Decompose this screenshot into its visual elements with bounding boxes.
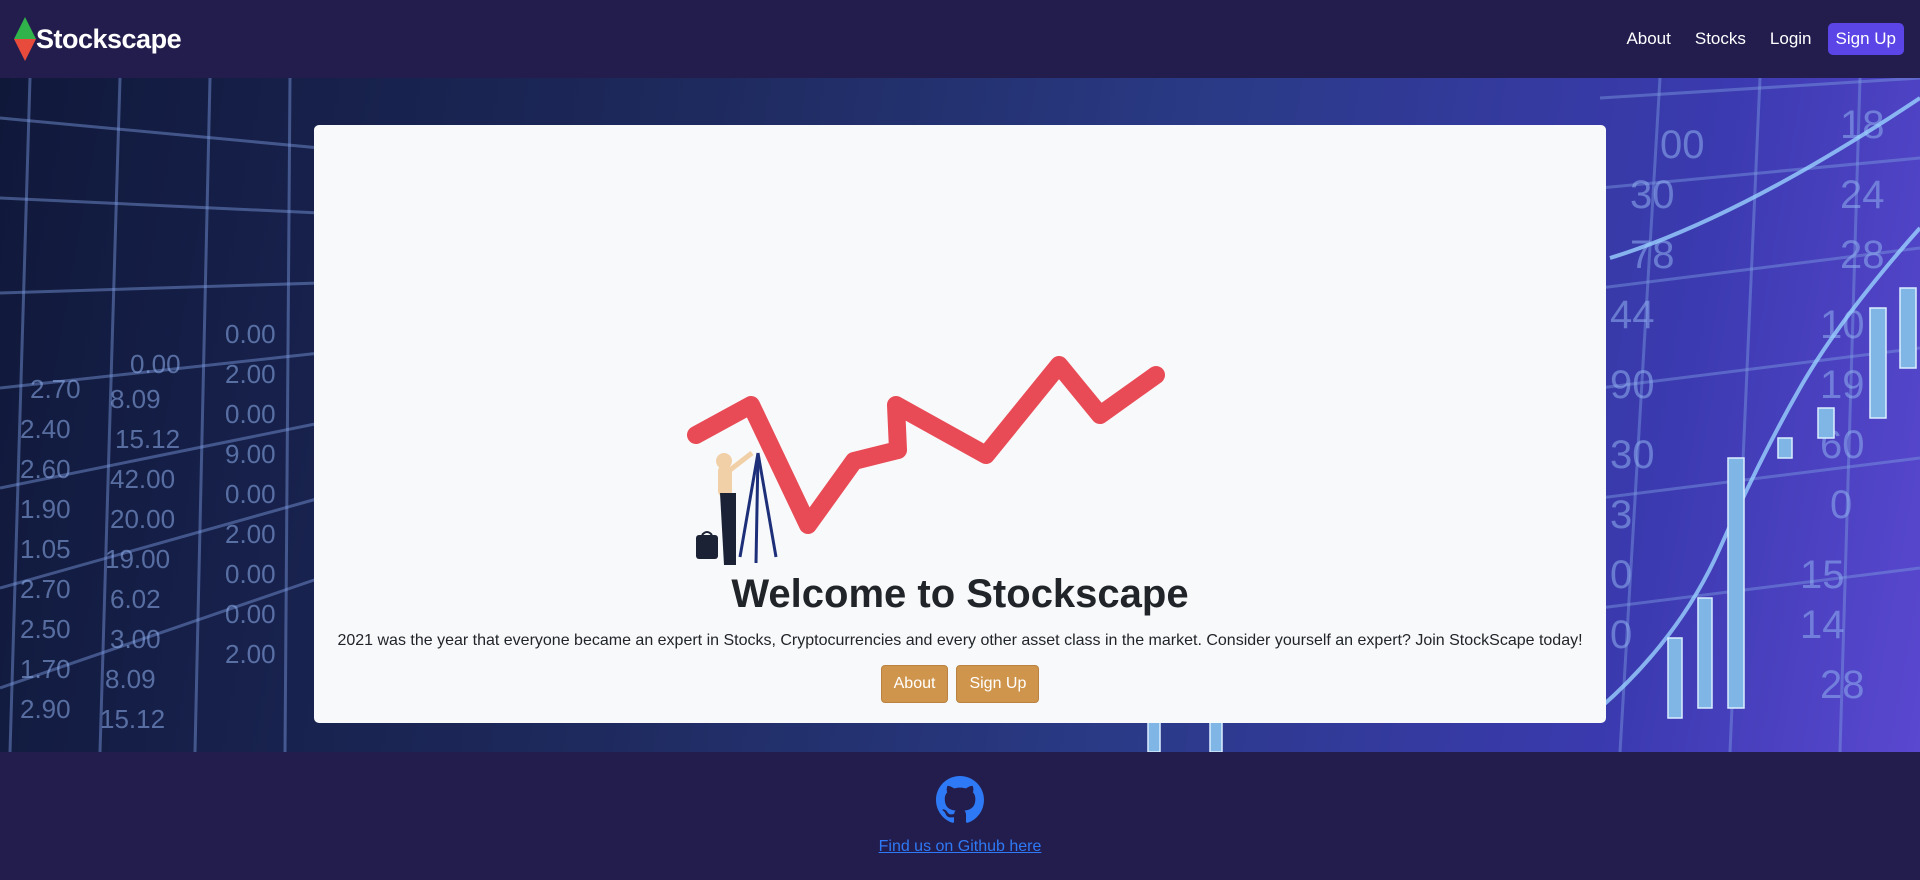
svg-text:0.00: 0.00 — [225, 559, 276, 589]
svg-text:6.02: 6.02 — [110, 584, 161, 614]
hero-buttons: About Sign Up — [314, 665, 1606, 703]
svg-text:42.00: 42.00 — [110, 464, 175, 494]
svg-text:3: 3 — [1610, 493, 1632, 537]
svg-text:2.90: 2.90 — [20, 694, 71, 724]
svg-text:2.50: 2.50 — [20, 614, 71, 644]
svg-text:24: 24 — [1840, 173, 1885, 217]
brand-name: Stockscape — [36, 23, 182, 54]
svg-text:1.90: 1.90 — [20, 494, 71, 524]
svg-text:2.00: 2.00 — [225, 519, 276, 549]
svg-text:00: 00 — [1660, 123, 1705, 167]
svg-text:28: 28 — [1820, 663, 1865, 707]
svg-text:20.00: 20.00 — [110, 504, 175, 534]
svg-text:1.05: 1.05 — [20, 534, 71, 564]
svg-text:0: 0 — [1610, 553, 1632, 597]
welcome-card: Welcome to Stockscape 2021 was the year … — [314, 125, 1606, 723]
svg-text:2.70: 2.70 — [30, 374, 81, 404]
svg-text:30: 30 — [1610, 433, 1655, 477]
svg-text:19.00: 19.00 — [105, 544, 170, 574]
svg-text:44: 44 — [1610, 293, 1655, 337]
svg-text:15.12: 15.12 — [115, 424, 180, 454]
svg-text:2.70: 2.70 — [20, 574, 71, 604]
svg-text:15: 15 — [1800, 553, 1845, 597]
svg-text:0.00: 0.00 — [225, 599, 276, 629]
svg-text:19: 19 — [1820, 363, 1865, 407]
github-link[interactable]: Find us on Github here — [879, 838, 1042, 856]
svg-text:28: 28 — [1840, 233, 1885, 277]
svg-text:15.12: 15.12 — [100, 704, 165, 734]
footer: Find us on Github here — [0, 752, 1920, 880]
svg-text:14: 14 — [1800, 603, 1845, 647]
svg-text:2.60: 2.60 — [20, 454, 71, 484]
navbar: Stockscape About Stocks Login Sign Up — [0, 0, 1920, 78]
welcome-title: Welcome to Stockscape — [731, 572, 1189, 616]
svg-text:2.00: 2.00 — [225, 639, 276, 669]
svg-text:0.00: 0.00 — [225, 319, 276, 349]
svg-text:0: 0 — [1830, 483, 1852, 527]
nav-stocks[interactable]: Stocks — [1683, 21, 1758, 57]
nav-links: About Stocks Login Sign Up — [1614, 21, 1904, 57]
hero-about-button[interactable]: About — [880, 665, 949, 703]
chart-telescope-illustration — [687, 356, 1165, 565]
svg-text:1.70: 1.70 — [20, 654, 71, 684]
hero-section: 0.00 8.09 0.00 15.12 2.00 42.00 0.00 20.00 9.… — [0, 78, 1920, 752]
nav-login[interactable]: Login — [1758, 21, 1824, 57]
svg-text:8.09: 8.09 — [105, 664, 156, 694]
stockscape-logo-icon — [14, 17, 36, 61]
svg-text:30: 30 — [1630, 173, 1675, 217]
svg-text:0.00: 0.00 — [130, 349, 181, 379]
svg-text:2.40: 2.40 — [20, 414, 71, 444]
svg-text:8.09: 8.09 — [110, 384, 161, 414]
brand[interactable]: Stockscape — [12, 15, 182, 63]
hero-signup-button[interactable]: Sign Up — [956, 665, 1040, 703]
svg-text:0.00: 0.00 — [225, 479, 276, 509]
nav-signup-button[interactable]: Sign Up — [1827, 23, 1904, 55]
nav-about[interactable]: About — [1614, 21, 1682, 57]
svg-text:90: 90 — [1610, 363, 1655, 407]
svg-text:0.00: 0.00 — [225, 399, 276, 429]
svg-text:0: 0 — [1610, 613, 1632, 657]
svg-text:2.00: 2.00 — [225, 359, 276, 389]
svg-text:9.00: 9.00 — [225, 439, 276, 469]
svg-text:3.00: 3.00 — [110, 624, 161, 654]
welcome-description: 2021 was the year that everyone became a… — [337, 632, 1583, 649]
svg-text:78: 78 — [1630, 233, 1675, 277]
github-icon[interactable] — [936, 776, 984, 824]
